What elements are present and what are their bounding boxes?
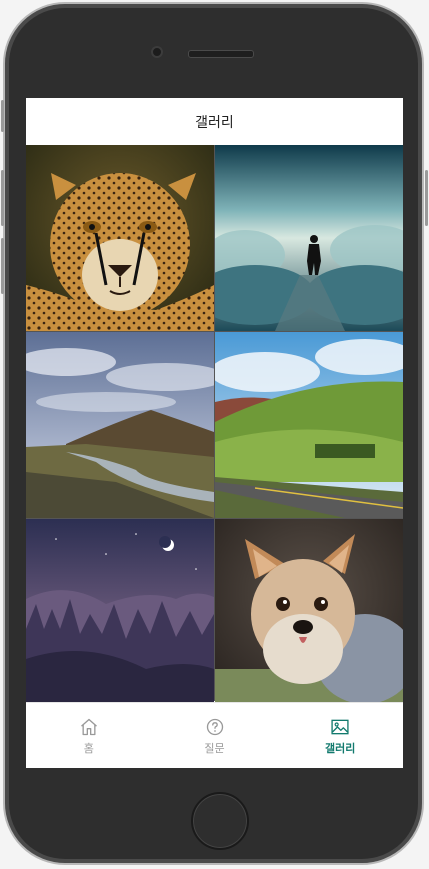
tab-question[interactable]: 질문 bbox=[152, 703, 278, 768]
tab-home[interactable]: 홈 bbox=[26, 703, 152, 768]
tab-gallery-label: 갤러리 bbox=[324, 741, 356, 755]
tab-home-label: 홈 bbox=[83, 741, 94, 755]
front-camera bbox=[151, 46, 163, 58]
gallery-grid bbox=[26, 145, 403, 705]
mute-switch bbox=[1, 100, 4, 132]
tab-question-label: 질문 bbox=[204, 741, 225, 755]
home-hardware-button[interactable] bbox=[191, 792, 249, 850]
power-button bbox=[425, 170, 428, 226]
gallery-image-green-hills-road[interactable] bbox=[215, 332, 403, 518]
page-title: 갤러리 bbox=[195, 115, 234, 131]
image-icon bbox=[331, 719, 349, 734]
bottom-tab-bar: 홈 질문 갤러리 bbox=[26, 702, 403, 768]
tab-gallery[interactable]: 갤러리 bbox=[277, 703, 403, 768]
question-circle-icon bbox=[206, 718, 223, 735]
gallery-image-cheetah[interactable] bbox=[26, 145, 214, 331]
gallery-image-yorkshire-terrier[interactable] bbox=[215, 519, 403, 705]
gallery-image-night-mountains-moon[interactable] bbox=[26, 519, 214, 705]
gallery-image-man-walking-clouds[interactable] bbox=[215, 145, 403, 331]
gallery-image-mountain-river[interactable] bbox=[26, 332, 214, 518]
app-header: 갤러리 bbox=[26, 98, 403, 146]
app-screen: 갤러리 홈 질문 갤러리 bbox=[26, 98, 403, 768]
volume-down-button bbox=[1, 238, 4, 294]
earpiece-speaker bbox=[188, 50, 254, 58]
home-icon bbox=[80, 718, 97, 735]
volume-up-button bbox=[1, 170, 4, 226]
